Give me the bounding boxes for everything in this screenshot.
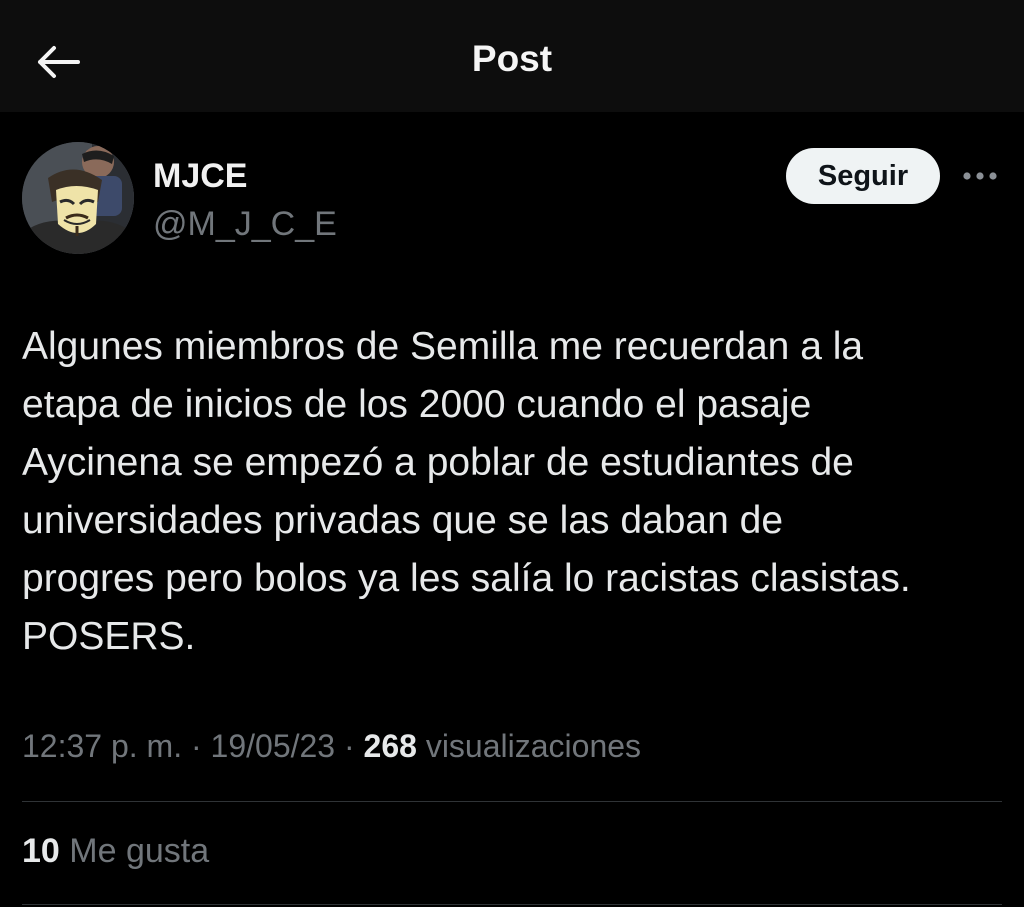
post-time[interactable]: 12:37 p. m. (22, 728, 182, 764)
divider (22, 801, 1002, 802)
post-meta: 12:37 p. m. · 19/05/23 · 268 visualizaci… (22, 728, 641, 765)
divider (22, 904, 1002, 905)
top-bar: Post (0, 0, 1024, 112)
likes-label: Me gusta (69, 832, 210, 870)
author-name[interactable]: MJCE (153, 157, 247, 196)
views-label: visualizaciones (425, 728, 642, 764)
meta-separator: · (335, 728, 364, 764)
arrow-left-icon (38, 46, 80, 78)
more-horizontal-icon (963, 172, 997, 180)
more-button[interactable] (956, 156, 1004, 196)
post-date[interactable]: 19/05/23 (211, 728, 336, 764)
meta-separator: · (182, 728, 211, 764)
back-button[interactable] (32, 38, 84, 86)
avatar[interactable] (22, 142, 134, 254)
post-text: Algunes miembros de Semilla me recuerdan… (22, 325, 911, 658)
likes-row[interactable]: 10 Me gusta (22, 832, 209, 871)
avatar-image (22, 142, 134, 254)
views-count: 268 (363, 728, 417, 764)
follow-button[interactable]: Seguir (786, 148, 940, 204)
author-handle[interactable]: @M_J_C_E (153, 205, 337, 244)
page-title: Post (471, 38, 553, 79)
likes-count: 10 (22, 832, 60, 870)
